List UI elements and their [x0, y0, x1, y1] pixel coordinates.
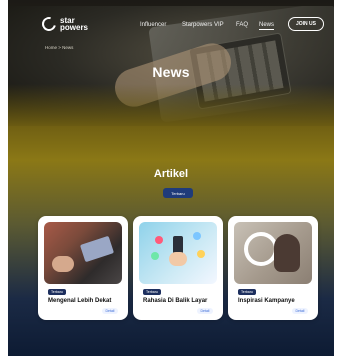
nav-item-faq[interactable]: FAQ [236, 22, 248, 28]
starpowers-logo[interactable]: star powers [39, 14, 89, 34]
article-card-3[interactable]: Terbaru Inspirasi Kampanye Detail [228, 216, 318, 320]
article-detail-button-1[interactable]: Detail [102, 308, 118, 314]
hero-banner: star powers Influencer Starpowers VIP FA… [8, 6, 334, 126]
left-gutter [0, 0, 8, 356]
article-thumbnail-3 [234, 222, 312, 284]
breadcrumb: Home > News [45, 45, 74, 50]
article-title-3[interactable]: Inspirasi Kampanye [238, 298, 314, 304]
section-title: Artikel [153, 168, 189, 180]
nav-item-news[interactable]: News [259, 22, 275, 30]
article-detail-button-2[interactable]: Detail [197, 308, 213, 314]
person-illustration [274, 234, 300, 272]
hand-illustration [52, 256, 74, 272]
logo-icon [39, 14, 59, 34]
top-navigation: star powers Influencer Starpowers VIP FA… [8, 14, 334, 40]
nav-item-influencer[interactable]: Influencer [140, 22, 166, 28]
page-title: News [152, 64, 190, 80]
article-title-1[interactable]: Mengenal Lebih Dekat [48, 298, 124, 304]
article-title-2[interactable]: Rahasia Di Balik Layar [143, 298, 219, 304]
category-tag-button[interactable]: Terbaru [163, 188, 193, 198]
hand-illustration [169, 252, 187, 266]
nav-item-starpowers-vip[interactable]: Starpowers VIP [182, 22, 224, 28]
article-tag-2: Terbaru [143, 289, 161, 295]
article-thumbnail-2 [139, 222, 217, 284]
news-page: star powers Influencer Starpowers VIP FA… [0, 0, 342, 356]
article-tag-1: Terbaru [48, 289, 66, 295]
article-thumbnail-1 [44, 222, 122, 284]
ring-light-illustration [244, 232, 278, 266]
page-inner: star powers Influencer Starpowers VIP FA… [8, 6, 334, 354]
like-bubble-icon [193, 232, 201, 240]
article-tag-3: Terbaru [238, 289, 256, 295]
chat-bubble-icon [151, 252, 159, 260]
laptop-illustration [79, 235, 115, 263]
logo-text: star powers [60, 17, 89, 32]
logo-text-bottom: powers [60, 23, 89, 32]
article-card-1[interactable]: Terbaru Mengenal Lebih Dekat Detail [38, 216, 128, 320]
article-detail-button-3[interactable]: Detail [292, 308, 308, 314]
star-bubble-icon [197, 250, 205, 258]
join-us-button[interactable]: JOIN US [288, 17, 324, 31]
right-gutter [334, 0, 342, 356]
heart-bubble-icon [155, 236, 163, 244]
article-card-2[interactable]: Terbaru Rahasia Di Balik Layar Detail [133, 216, 223, 320]
hero-gradient [8, 84, 334, 126]
